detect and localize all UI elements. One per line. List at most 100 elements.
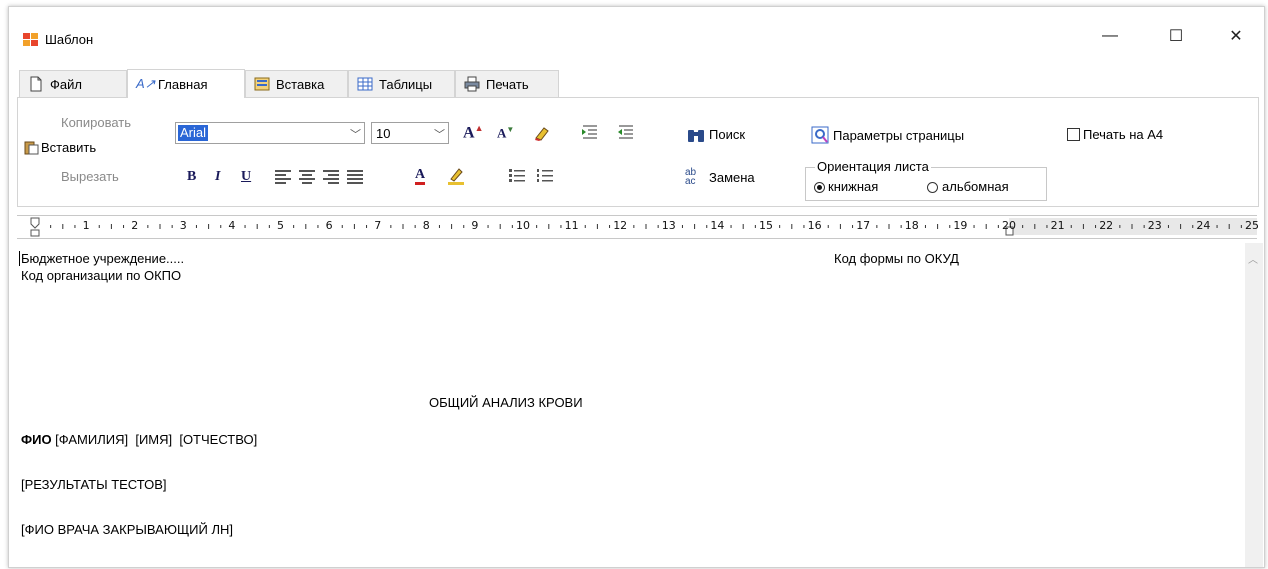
ruler-tick: [268, 225, 270, 228]
clear-format-icon[interactable]: [533, 124, 551, 142]
minimize-button[interactable]: —: [1087, 21, 1133, 51]
portrait-radio[interactable]: [814, 182, 825, 193]
ruler-tick: [791, 224, 793, 229]
ruler-tick: [451, 224, 453, 229]
tab-print[interactable]: Печать: [455, 70, 559, 97]
ruler-tick: [852, 225, 854, 228]
shrink-font-icon: A: [497, 125, 507, 141]
ruler-tick: [305, 224, 307, 229]
ruler-tick: [584, 225, 586, 228]
ruler-tick: [839, 224, 841, 229]
title-bar: Шаблон — ☐ ✕: [9, 7, 1264, 65]
replace-button[interactable]: Замена: [709, 170, 755, 185]
decrease-indent-icon[interactable]: [581, 124, 599, 140]
ruler-tick: [900, 225, 902, 228]
ruler-tick: [74, 225, 76, 228]
ruler-tick: [1095, 225, 1097, 228]
ruler-tick: [730, 225, 732, 228]
ruler-number: 1: [82, 219, 90, 232]
chevron-down-icon: ﹀: [434, 129, 445, 141]
align-center-icon[interactable]: [299, 170, 315, 184]
ruler-tick: [390, 225, 392, 228]
font-color-button[interactable]: A: [415, 167, 426, 185]
doc-line-okud: Код формы по ОКУД: [834, 251, 959, 266]
print-a4-checkbox[interactable]: [1067, 128, 1080, 141]
bullet-list-icon[interactable]: [509, 169, 525, 183]
doc-fio-label: ФИО: [21, 432, 52, 447]
grow-font-button[interactable]: A▲: [463, 123, 483, 142]
align-left-icon[interactable]: [275, 170, 291, 184]
ruler-tick: [159, 224, 161, 229]
bold-button[interactable]: B: [187, 169, 196, 185]
align-justify-icon[interactable]: [347, 170, 363, 184]
binoculars-icon: [688, 130, 704, 142]
tab-label: Файл: [50, 76, 82, 92]
copy-button[interactable]: Копировать: [61, 115, 131, 130]
ruler-tick: [487, 225, 489, 228]
ruler-number: 3: [179, 219, 187, 232]
font-family-select[interactable]: Arial ﹀: [175, 122, 365, 144]
ruler[interactable]: 1 2 3 4 5 6 7 8 9 10 11 12 13 14 15 16 17 18 19 20 21 22 23 24 2…: [17, 215, 1259, 239]
ruler-tick: [1180, 224, 1182, 229]
find-button[interactable]: Поиск: [709, 127, 745, 142]
italic-button[interactable]: I: [215, 169, 220, 185]
page-params-button[interactable]: Параметры страницы: [833, 128, 964, 143]
minimize-icon: —: [1102, 27, 1118, 44]
ruler-tick: [1240, 225, 1242, 228]
ruler-number: 22: [1099, 219, 1114, 232]
print-a4-label: Печать на А4: [1083, 127, 1164, 142]
doc-fio-fields: [ФАМИЛИЯ] [ИМЯ] [ОТЧЕСТВО]: [51, 432, 258, 447]
tab-label: Печать: [486, 76, 529, 92]
scroll-up-icon[interactable]: ︿: [1248, 251, 1258, 266]
ruler-tick: [220, 225, 222, 228]
underline-button[interactable]: U: [241, 169, 251, 185]
ruler-tick: [1022, 225, 1024, 228]
ruler-tick: [1192, 225, 1194, 228]
tab-label: Вставка: [276, 76, 325, 92]
ruler-tick: [62, 224, 64, 229]
cut-button[interactable]: Вырезать: [61, 169, 119, 184]
tab-tables[interactable]: Таблицы: [348, 70, 455, 97]
highlight-icon[interactable]: [447, 167, 465, 185]
ruler-number: 2: [131, 219, 139, 232]
tab-label: Таблицы: [379, 76, 433, 92]
ruler-tick: [1119, 225, 1121, 228]
shrink-font-button[interactable]: A▼: [497, 125, 514, 141]
font-size-value: 10: [376, 126, 391, 141]
ruler-tick: [779, 225, 781, 228]
tab-home[interactable]: A↗ Главная: [127, 69, 245, 98]
close-button[interactable]: ✕: [1213, 21, 1259, 51]
ruler-tick: [171, 225, 173, 228]
landscape-radio[interactable]: [927, 182, 938, 193]
tab-insert[interactable]: Вставка: [245, 70, 348, 97]
ruler-tick: [609, 225, 611, 228]
ruler-tick: [997, 225, 999, 228]
orientation-title: Ориентация листа: [815, 159, 931, 174]
ruler-tick: [317, 225, 319, 228]
ruler-tick: [147, 225, 149, 228]
doc-heading: ОБЩИЙ АНАЛИЗ КРОВИ: [429, 395, 583, 410]
ruler-tick: [681, 225, 683, 228]
portrait-label: книжная: [828, 179, 879, 194]
ruler-number: 18: [904, 219, 919, 232]
ribbon-panel: [17, 97, 1259, 207]
page-setup-icon: [811, 126, 829, 144]
vertical-scrollbar[interactable]: ︿: [1245, 243, 1263, 567]
ruler-tick: [937, 224, 939, 229]
tab-file[interactable]: Файл: [19, 70, 127, 97]
ruler-number: 21: [1050, 219, 1065, 232]
ruler-number: 9: [471, 219, 479, 232]
ruler-tick: [402, 224, 404, 229]
align-right-icon[interactable]: [323, 170, 339, 184]
font-size-select[interactable]: 10 ﹀: [371, 122, 449, 144]
paste-button[interactable]: Вставить: [41, 140, 96, 155]
document-editor[interactable]: Бюджетное учреждение..... Код формы по О…: [17, 243, 1245, 567]
maximize-button[interactable]: ☐: [1153, 21, 1199, 51]
ruler-tick: [110, 224, 112, 229]
numbered-list-icon[interactable]: [537, 169, 553, 183]
ruler-number: 11: [564, 219, 579, 232]
ruler-tick: [1216, 225, 1218, 228]
grow-font-icon: A: [463, 124, 475, 142]
ruler-tick: [888, 224, 890, 229]
increase-indent-icon[interactable]: [617, 124, 635, 140]
